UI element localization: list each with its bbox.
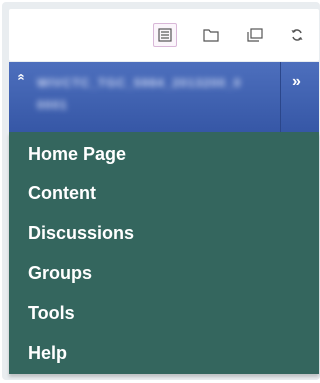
course-title[interactable]: WIVCTC_TGC_5984_2013200_00001 (37, 72, 247, 116)
menu-item-discussions[interactable]: Discussions (28, 218, 134, 248)
window-icon (247, 28, 263, 42)
course-toolbar (9, 9, 319, 61)
course-header: » WIVCTC_TGC_5984_2013200_00001 » (9, 62, 319, 132)
menu-item-help[interactable]: Help (28, 338, 67, 368)
expand-menu-icon[interactable]: » (292, 74, 301, 90)
course-menu-panel: » WIVCTC_TGC_5984_2013200_00001 » Home P… (2, 2, 320, 380)
collapse-course-icon[interactable]: » (13, 73, 28, 80)
menu-item-tools[interactable]: Tools (28, 298, 75, 328)
folder-view-button[interactable] (199, 23, 223, 47)
list-view-button[interactable] (153, 23, 177, 47)
course-menu: Home Page Content Discussions Groups Too… (9, 132, 319, 374)
menu-item-home-page[interactable]: Home Page (28, 139, 126, 169)
course-header-divider (280, 62, 281, 132)
open-window-button[interactable] (243, 23, 267, 47)
menu-item-groups[interactable]: Groups (28, 258, 92, 288)
folder-icon (203, 29, 219, 42)
refresh-icon (291, 29, 303, 41)
list-view-icon (158, 28, 172, 42)
refresh-button[interactable] (285, 23, 309, 47)
menu-item-content[interactable]: Content (28, 178, 96, 208)
